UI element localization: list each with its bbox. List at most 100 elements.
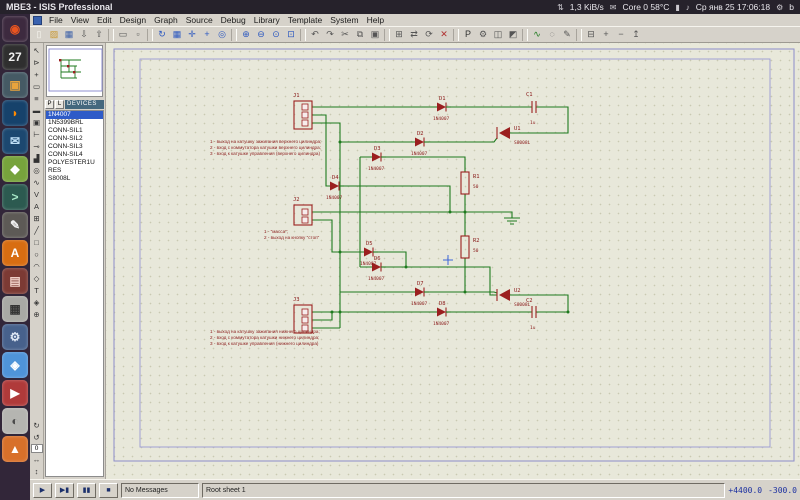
menu-item[interactable]: Edit <box>93 15 116 25</box>
mirror-vertical-icon[interactable]: ↕ <box>31 466 43 477</box>
menu-item[interactable]: Graph <box>150 15 182 25</box>
block-rotate-icon[interactable]: ⟳ <box>422 28 436 41</box>
component-tool-icon[interactable]: ⊳ <box>31 57 43 68</box>
connector-J2[interactable] <box>294 205 312 225</box>
archive-icon[interactable]: ▤ <box>2 268 28 294</box>
wire-autorouter-icon[interactable]: ∿ <box>530 28 544 41</box>
pan-icon[interactable]: ◎ <box>215 28 229 41</box>
vlc-icon[interactable]: ▲ <box>2 436 28 462</box>
mail-indicator-icon[interactable]: ✉ <box>610 3 617 12</box>
files-icon[interactable]: ▣ <box>2 72 28 98</box>
pause-button[interactable]: ▮▮ <box>77 483 96 498</box>
junction-dot-tool-icon[interactable]: + <box>31 69 43 80</box>
open-design-icon[interactable]: ▨ <box>47 28 61 41</box>
device-list-item[interactable]: CONN-SIL4 <box>46 151 103 159</box>
gimp-icon[interactable]: ✎ <box>2 212 28 238</box>
toolbar-icon[interactable] <box>300 29 306 41</box>
rotate-cw-icon[interactable]: ↻ <box>31 420 43 431</box>
search-tag-icon[interactable]: ◌ <box>545 28 559 41</box>
grid-toggle-icon[interactable]: ▦ <box>170 28 184 41</box>
arc-tool-icon[interactable]: ◠ <box>31 261 43 272</box>
block-copy-icon[interactable]: ⊞ <box>392 28 406 41</box>
clock[interactable]: Ср янв 25 17:06:18 <box>696 2 770 12</box>
media-player-icon[interactable]: ▶ <box>2 380 28 406</box>
menu-item[interactable]: Debug <box>217 15 250 25</box>
text-2d-tool-icon[interactable]: T <box>31 285 43 296</box>
generator-tool-icon[interactable]: ∿ <box>31 177 43 188</box>
zoom-area-icon[interactable]: ⊡ <box>284 28 298 41</box>
pick-devices-button[interactable]: P <box>45 100 54 109</box>
mirror-horizontal-icon[interactable]: ↔ <box>31 454 43 465</box>
cut-icon[interactable]: ✂ <box>338 28 352 41</box>
closed-path-tool-icon[interactable]: ◇ <box>31 273 43 284</box>
menu-item[interactable]: System <box>326 15 362 25</box>
toolbar-icon[interactable] <box>576 29 582 41</box>
menu-item[interactable]: Design <box>116 15 150 25</box>
zoom-in-icon[interactable]: ⊕ <box>239 28 253 41</box>
block-move-icon[interactable]: ⇄ <box>407 28 421 41</box>
capacitor-C2[interactable] <box>532 306 536 318</box>
mark-area-icon[interactable]: ▫ <box>131 28 145 41</box>
menu-item[interactable]: View <box>67 15 93 25</box>
email-icon[interactable]: ✉ <box>2 128 28 154</box>
step-button[interactable]: ▶▮ <box>55 483 74 498</box>
volume-icon[interactable]: ♪ <box>686 3 690 12</box>
terminal-icon[interactable]: > <box>2 184 28 210</box>
toolbar-icon[interactable] <box>453 29 459 41</box>
diode-D1[interactable] <box>437 103 451 112</box>
device-list-item[interactable]: 1N4007 <box>46 111 103 119</box>
redraw-icon[interactable]: ↻ <box>155 28 169 41</box>
packaging-icon[interactable]: ◫ <box>491 28 505 41</box>
toolbar-icon[interactable] <box>108 29 114 41</box>
new-sheet-icon[interactable]: + <box>599 28 613 41</box>
play-button[interactable]: ▶ <box>33 483 52 498</box>
menu-item[interactable]: Template <box>284 15 327 25</box>
keyboard-indicator[interactable]: b <box>789 2 794 12</box>
connector-J1[interactable] <box>294 101 312 129</box>
line-tool-icon[interactable]: ╱ <box>31 225 43 236</box>
toolbar-icon[interactable] <box>147 29 153 41</box>
resistor-R1[interactable] <box>461 172 469 194</box>
remove-sheet-icon[interactable]: − <box>614 28 628 41</box>
print-icon[interactable]: ▭ <box>116 28 130 41</box>
property-assign-icon[interactable]: ✎ <box>560 28 574 41</box>
design-explorer-icon[interactable]: ⊟ <box>584 28 598 41</box>
device-list-item[interactable]: CONN-SIL3 <box>46 143 103 151</box>
import-icon[interactable]: ⇩ <box>77 28 91 41</box>
writer-icon[interactable]: A <box>2 240 28 266</box>
battery-icon[interactable]: ▮ <box>675 3 679 12</box>
rotate-ccw-icon[interactable]: ↺ <box>31 432 43 443</box>
diode-D8[interactable] <box>437 308 451 317</box>
device-list-item[interactable]: POLYESTER1U <box>46 159 103 167</box>
device-list-item[interactable]: S8008L <box>46 175 103 183</box>
symbol-tool-icon[interactable]: ◈ <box>31 297 43 308</box>
calculator-icon[interactable]: ▦ <box>2 296 28 322</box>
virtual-instrument-tool-icon[interactable]: ⊞ <box>31 213 43 224</box>
diode-D4[interactable] <box>330 182 344 191</box>
zoom-all-icon[interactable]: ⊙ <box>269 28 283 41</box>
tape-recorder-tool-icon[interactable]: ◎ <box>31 165 43 176</box>
origin-icon[interactable]: ✛ <box>185 28 199 41</box>
session-icon[interactable]: ⚙ <box>776 3 783 12</box>
toolbar-icon[interactable] <box>384 29 390 41</box>
goto-sheet-icon[interactable]: ↥ <box>629 28 643 41</box>
diode-D3[interactable] <box>372 153 386 162</box>
menu-item[interactable]: Source <box>182 15 217 25</box>
ground-symbol[interactable] <box>504 218 520 224</box>
device-pin-tool-icon[interactable]: ⊸ <box>31 141 43 152</box>
copy-icon[interactable]: ⧉ <box>353 28 367 41</box>
toolbar-icon[interactable] <box>522 29 528 41</box>
undo-icon[interactable]: ↶ <box>308 28 322 41</box>
system-monitor-icon[interactable]: 27 <box>2 44 28 70</box>
circle-tool-icon[interactable]: ○ <box>31 249 43 260</box>
sheet-indicator[interactable]: Root sheet 1 <box>202 483 725 498</box>
capacitor-C1[interactable] <box>532 101 536 113</box>
menu-item[interactable]: Library <box>250 15 284 25</box>
make-device-icon[interactable]: ⚙ <box>476 28 490 41</box>
decompose-icon[interactable]: ◩ <box>506 28 520 41</box>
device-list-item[interactable]: CONN-SIL1 <box>46 127 103 135</box>
schematic-canvas[interactable]: J1 J2 J3 D1 1N4007 D2 1N4007 D3 1N4007 D… <box>106 43 800 479</box>
thyristor-U1[interactable] <box>497 127 510 139</box>
cursor-coords-icon[interactable]: + <box>200 28 214 41</box>
marker-tool-icon[interactable]: ⊕ <box>31 309 43 320</box>
